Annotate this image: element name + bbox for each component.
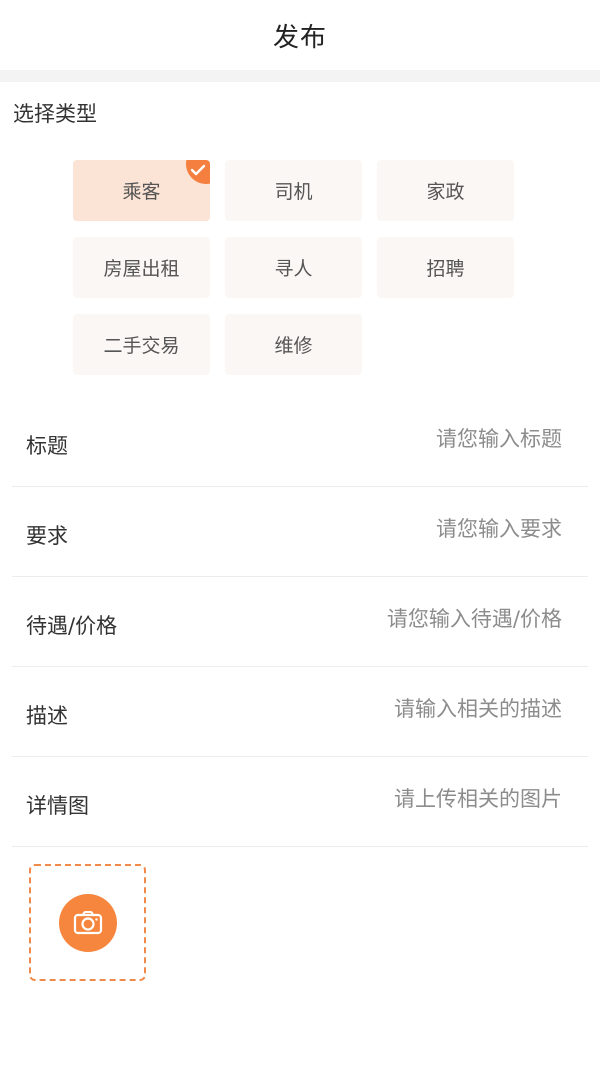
publish-form: 标题 要求 待遇/价格 描述 详情图	[0, 397, 600, 847]
form-row-price: 待遇/价格	[12, 577, 588, 667]
requirement-input[interactable]	[260, 515, 588, 542]
form-row-detail-image: 详情图	[12, 757, 588, 847]
detail-image-input[interactable]	[260, 785, 588, 812]
image-upload-button[interactable]	[29, 864, 146, 981]
detail-image-label: 详情图	[26, 793, 89, 818]
requirement-label: 要求	[26, 523, 68, 548]
form-row-requirement: 要求	[12, 487, 588, 577]
title-input[interactable]	[260, 425, 588, 452]
form-row-title: 标题	[12, 397, 588, 487]
type-chip-driver[interactable]: 司机	[225, 160, 362, 221]
checkmark-icon	[190, 164, 206, 176]
type-chip-label: 房屋出租	[103, 258, 180, 280]
type-chip-missing-person[interactable]: 寻人	[225, 237, 362, 298]
type-chip-label: 招聘	[426, 258, 465, 280]
page-title: 发布	[272, 22, 327, 53]
camera-button	[58, 893, 117, 952]
type-chip-label: 寻人	[274, 258, 313, 280]
description-input[interactable]	[260, 695, 588, 722]
type-chip-repair[interactable]: 维修	[225, 314, 362, 375]
form-row-description: 描述	[12, 667, 588, 757]
type-chip-label: 家政	[426, 181, 465, 203]
type-chip-housekeeping[interactable]: 家政	[377, 160, 514, 221]
type-section-title: 选择类型	[13, 102, 97, 126]
title-label: 标题	[26, 433, 68, 458]
type-chip-passenger[interactable]: 乘客	[73, 160, 210, 221]
section-divider	[0, 70, 600, 82]
page-header: 发布	[0, 0, 600, 70]
camera-icon	[73, 910, 102, 934]
description-label: 描述	[26, 703, 68, 728]
type-chip-house-rental[interactable]: 房屋出租	[73, 237, 210, 298]
type-grid: 乘客 司机 家政 房屋出租 寻人 招聘 二手交易 维修	[73, 160, 518, 375]
type-chip-label: 乘客	[122, 181, 161, 203]
price-input[interactable]	[260, 605, 588, 632]
type-chip-recruitment[interactable]: 招聘	[377, 237, 514, 298]
type-chip-label: 维修	[274, 335, 313, 357]
price-label: 待遇/价格	[26, 613, 118, 638]
type-chip-second-hand[interactable]: 二手交易	[73, 314, 210, 375]
type-chip-label: 二手交易	[103, 335, 180, 357]
type-chip-label: 司机	[274, 181, 313, 203]
